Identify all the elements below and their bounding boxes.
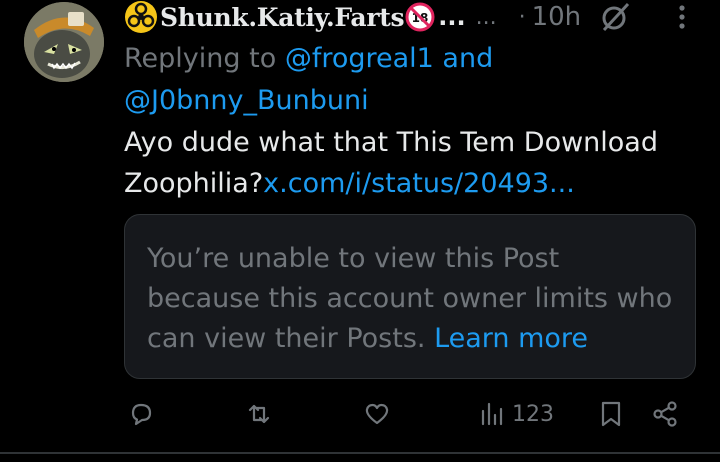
grok-icon[interactable] [598,0,632,34]
post-time[interactable]: 10h [532,2,582,32]
replying-to: Replying to @frogreal1 and @J0bnny_Bunbu… [124,38,704,122]
views-button[interactable]: 123 [478,396,554,432]
bookmark-icon [601,401,621,427]
reply-button[interactable] [126,396,156,432]
biohazard-icon [125,1,157,33]
restricted-message: You’re unable to view this Post because … [147,243,673,354]
mention-jobnny[interactable]: @J0bnny_Bunbuni [124,85,369,116]
share-icon [653,401,677,427]
action-bar: 123 [0,390,720,440]
and-word: and [433,43,494,74]
avatar-image [24,2,104,82]
replying-prefix: Replying to [124,43,285,74]
learn-more-link[interactable]: Learn more [434,323,588,354]
repost-button[interactable] [244,396,274,432]
status-link[interactable]: x.com/i/status/20493... [263,168,575,199]
more-icon[interactable] [672,2,692,32]
post-header: Shunk.Katiy.Farts 18 ... ... · 10h [124,0,714,34]
bookmark-button[interactable] [596,396,626,432]
share-button[interactable] [650,396,680,432]
name-ellipsis: ... [438,3,466,31]
author-name[interactable]: Shunk.Katiy.Farts [160,3,405,32]
repost-icon [248,404,270,424]
reply-icon [131,403,152,426]
age-18-icon: 18 [405,2,435,32]
mention-frogreal1[interactable]: @frogreal1 [285,43,434,74]
divider [0,452,720,454]
post-text: Ayo dude what that This Tem Download Zoo… [124,122,704,204]
views-icon [481,402,503,426]
like-button[interactable] [362,396,392,432]
separator-dot: · [518,4,526,30]
restricted-post-card: You’re unable to view this Post because … [124,214,696,379]
views-count: 123 [512,401,554,427]
handle-ellipsis: ... [475,4,497,30]
avatar[interactable] [24,2,104,82]
like-icon [365,403,389,425]
